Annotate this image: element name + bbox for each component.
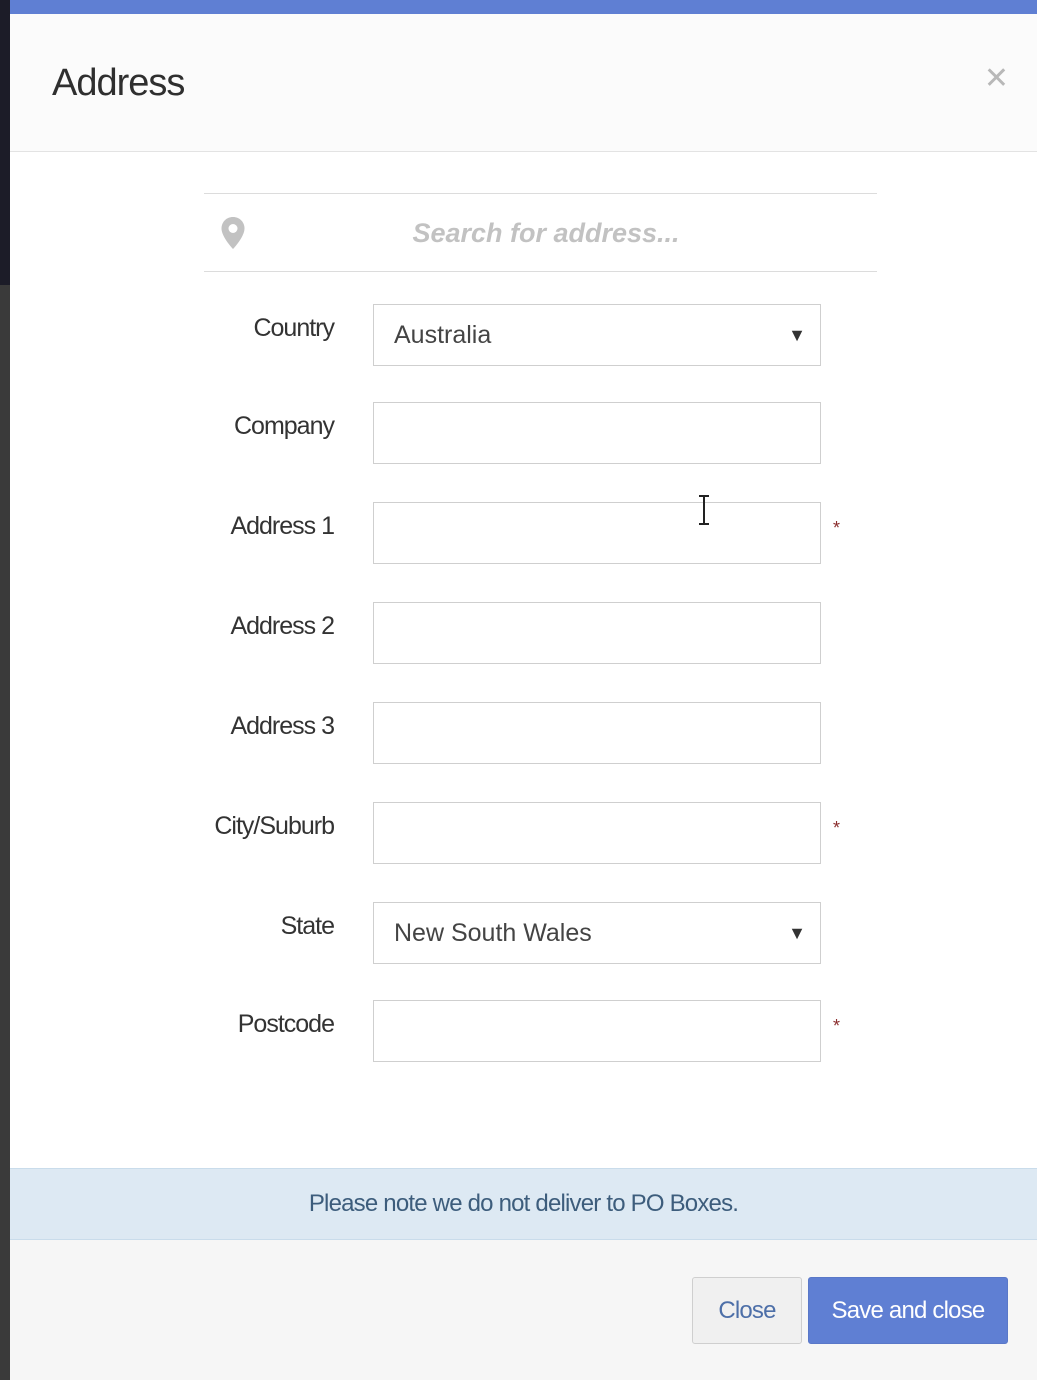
modal-footer: Close Save and close <box>10 1240 1037 1380</box>
postcode-label: Postcode <box>237 1010 335 1038</box>
modal-header: Address ✕ <box>10 14 1037 152</box>
required-marker: * <box>833 818 841 838</box>
address2-label: Address 2 <box>230 612 335 640</box>
modal-top-accent <box>10 0 1037 14</box>
chevron-down-icon: ▼ <box>788 324 806 345</box>
address-search-bar <box>204 193 877 273</box>
map-pin-icon <box>221 217 245 249</box>
chevron-down-icon: ▼ <box>788 922 806 943</box>
text-cursor-icon <box>699 495 709 525</box>
address1-label: Address 1 <box>230 512 335 540</box>
address-modal: Address ✕ Country Australia ▼ Company Ad… <box>10 0 1037 1380</box>
state-label: State <box>280 912 335 940</box>
company-row: Company <box>10 402 1037 466</box>
required-marker: * <box>833 518 841 538</box>
address3-row: Address 3 <box>10 702 1037 766</box>
country-select-value: Australia <box>394 320 492 349</box>
address3-field[interactable] <box>373 702 821 764</box>
address3-label: Address 3 <box>230 712 335 740</box>
background-edge-lower <box>0 285 10 1380</box>
postcode-row: Postcode * <box>10 1000 1037 1064</box>
address2-row: Address 2 <box>10 602 1037 666</box>
country-select[interactable]: Australia ▼ <box>373 304 821 366</box>
state-row: State New South Wales ▼ <box>10 902 1037 966</box>
required-marker: * <box>833 1016 841 1036</box>
close-icon[interactable]: ✕ <box>984 64 1009 94</box>
company-field[interactable] <box>373 402 821 464</box>
close-button[interactable]: Close <box>692 1277 802 1344</box>
city-row: City/Suburb * <box>10 802 1037 866</box>
company-label: Company <box>234 412 335 440</box>
postcode-field[interactable] <box>373 1000 821 1062</box>
address1-field[interactable] <box>373 502 821 564</box>
state-select[interactable]: New South Wales ▼ <box>373 902 821 964</box>
state-select-value: New South Wales <box>394 918 592 947</box>
city-label: City/Suburb <box>214 812 335 840</box>
save-and-close-button[interactable]: Save and close <box>808 1277 1008 1344</box>
address-search-input[interactable] <box>264 194 828 273</box>
address2-field[interactable] <box>373 602 821 664</box>
page: Address ✕ Country Australia ▼ Company Ad… <box>0 0 1037 1380</box>
address1-row: Address 1 * <box>10 502 1037 566</box>
po-box-notice: Please note we do not deliver to PO Boxe… <box>10 1168 1037 1240</box>
modal-title: Address <box>52 62 185 104</box>
country-label: Country <box>253 314 335 342</box>
city-field[interactable] <box>373 802 821 864</box>
country-row: Country Australia ▼ <box>10 304 1037 368</box>
